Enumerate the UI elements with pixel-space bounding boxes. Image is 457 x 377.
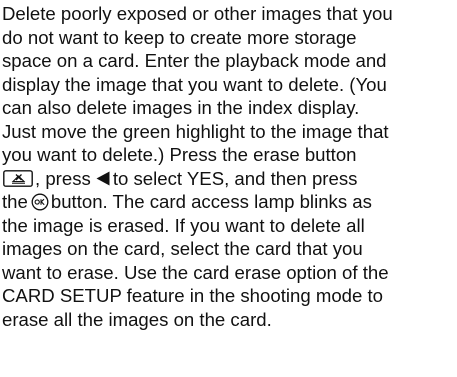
text-line: images on the card, select the card that… — [2, 238, 363, 259]
text-line-with-icons: the button. The card access lamp blinks a… — [2, 190, 457, 214]
erase-button-icon — [3, 170, 33, 187]
instruction-page: Delete poorly exposed or other images th… — [0, 0, 457, 377]
text-line: erase all the images on the card. — [2, 308, 272, 330]
text-line: you want to delete.) Press the erase but… — [2, 144, 357, 165]
text-fragment: , press — [35, 167, 91, 189]
text-line: want to erase. Use the card erase option… — [2, 261, 389, 283]
text-line: do not want to keep to create more stora… — [2, 26, 357, 48]
text-line: can also delete images in the index disp… — [2, 97, 360, 118]
text-line-with-icons: , press to select YES, and then press — [2, 167, 457, 191]
text-line: the image is erased. If you want to dele… — [2, 214, 365, 236]
text-line: Just move the green highlight to the ima… — [2, 120, 389, 142]
instruction-paragraph: Delete poorly exposed or other images th… — [2, 2, 457, 331]
text-line: space on a card. Enter the playback mode… — [2, 50, 387, 71]
text-line: Delete poorly exposed or other images th… — [2, 3, 393, 24]
ok-button-icon — [31, 193, 49, 211]
text-line: display the image that you want to delet… — [2, 73, 387, 95]
text-line: CARD SETUP feature in the shooting mode … — [2, 285, 384, 306]
text-fragment: the — [2, 191, 28, 212]
text-fragment: button. The card access lamp blinks as — [50, 191, 372, 212]
text-fragment: to select YES, and then press — [112, 167, 358, 189]
left-arrow-icon — [96, 171, 110, 186]
